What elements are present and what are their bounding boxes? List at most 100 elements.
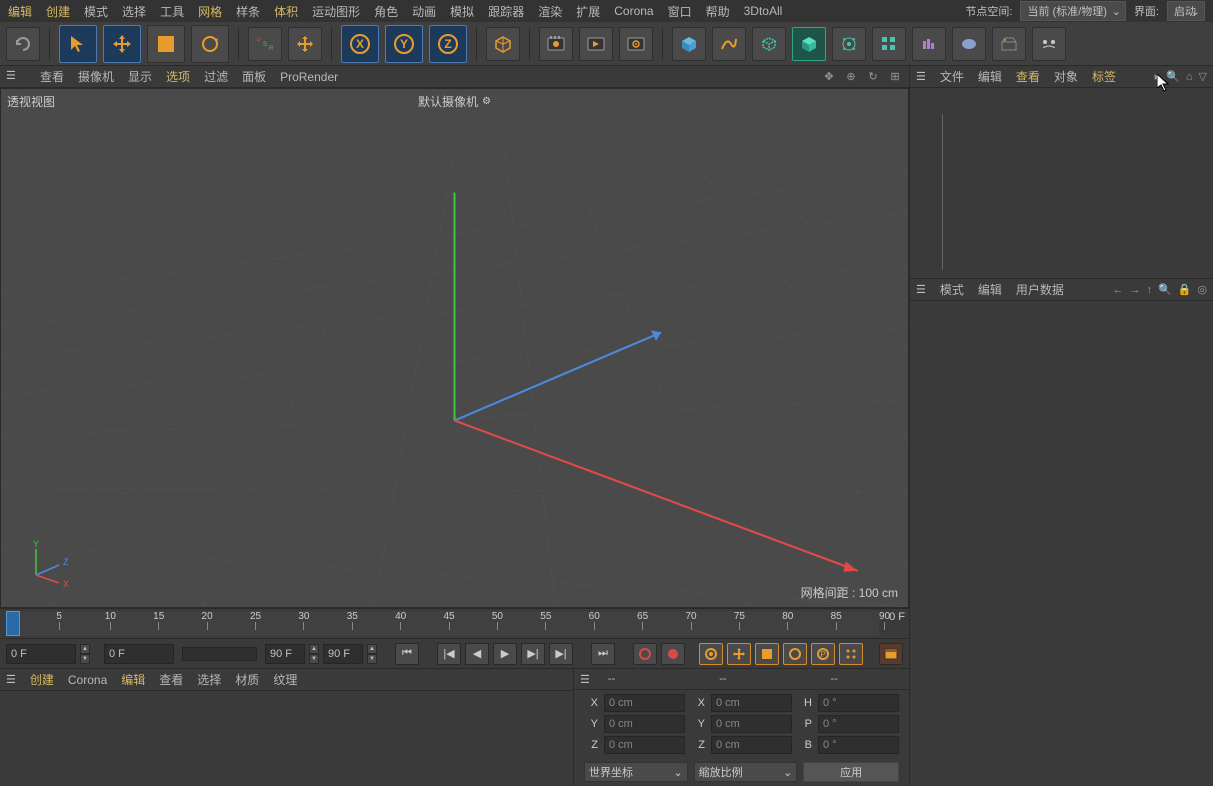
cube-primitive-button[interactable] bbox=[672, 27, 706, 61]
coord-p-rot[interactable] bbox=[818, 715, 899, 733]
mat-create[interactable]: 创建 bbox=[30, 671, 54, 688]
menu-select[interactable]: 选择 bbox=[122, 3, 146, 20]
hamburger-icon[interactable]: ☰ bbox=[6, 69, 22, 85]
mat-corona[interactable]: Corona bbox=[68, 673, 107, 687]
key-param-button[interactable]: P bbox=[811, 643, 835, 665]
menu-volume[interactable]: 体积 bbox=[274, 3, 298, 20]
coord-system-button[interactable] bbox=[486, 27, 520, 61]
timeline-ruler[interactable]: 051015202530354045505560657075808590 0 F bbox=[0, 608, 909, 638]
nav-up-icon[interactable]: ↑ bbox=[1146, 284, 1152, 296]
psr-toggle[interactable]: PSR bbox=[248, 27, 282, 61]
render-view-button[interactable] bbox=[579, 27, 613, 61]
field-button[interactable] bbox=[832, 27, 866, 61]
live-select-tool[interactable] bbox=[59, 25, 97, 63]
range-end-field[interactable] bbox=[265, 644, 305, 664]
frame-spinner[interactable]: ▲▼ bbox=[80, 644, 90, 664]
total-spinner[interactable]: ▲▼ bbox=[367, 644, 377, 664]
spline-primitive-button[interactable] bbox=[712, 27, 746, 61]
lock-icon[interactable]: 🔒 bbox=[1178, 283, 1192, 296]
vp-options[interactable]: 选项 bbox=[166, 68, 190, 85]
scale-tool[interactable] bbox=[147, 25, 185, 63]
locked-move-tool[interactable] bbox=[288, 27, 322, 61]
key-scale-button[interactable] bbox=[755, 643, 779, 665]
hamburger-icon[interactable]: ☰ bbox=[916, 70, 926, 83]
obj-objects[interactable]: 对象 bbox=[1054, 68, 1078, 85]
y-axis-button[interactable]: Y bbox=[385, 25, 423, 63]
perspective-viewport[interactable]: 透视视图 默认摄像机⚙ bbox=[0, 88, 909, 608]
range-start-field[interactable] bbox=[104, 644, 174, 664]
menu-tracker[interactable]: 跟踪器 bbox=[488, 3, 524, 20]
mograph-button[interactable] bbox=[872, 27, 906, 61]
obj-view[interactable]: 查看 bbox=[1016, 68, 1040, 85]
autokey-button[interactable] bbox=[661, 643, 685, 665]
menu-mode[interactable]: 模式 bbox=[84, 3, 108, 20]
volume-button[interactable] bbox=[912, 27, 946, 61]
attr-edit[interactable]: 编辑 bbox=[978, 281, 1002, 298]
hamburger-icon[interactable]: ☰ bbox=[6, 673, 16, 686]
camera-light-button[interactable] bbox=[992, 27, 1026, 61]
node-space-select[interactable]: 当前 (标准/物理) bbox=[1020, 1, 1125, 21]
next-frame-button[interactable]: ▶| bbox=[521, 643, 545, 665]
menu-mograph[interactable]: 运动图形 bbox=[312, 3, 360, 20]
obj-file[interactable]: 文件 bbox=[940, 68, 964, 85]
search-icon[interactable]: 🔍 bbox=[1166, 70, 1180, 83]
vp-view[interactable]: 查看 bbox=[40, 68, 64, 85]
mat-material[interactable]: 材质 bbox=[235, 671, 259, 688]
coord-scale-dropdown[interactable]: 缩放比例⌄ bbox=[694, 762, 798, 782]
vp-nav-icon-1[interactable]: ✥ bbox=[821, 69, 837, 85]
x-axis-button[interactable]: X bbox=[341, 25, 379, 63]
current-frame-field[interactable] bbox=[6, 644, 76, 664]
menu-create[interactable]: 创建 bbox=[46, 3, 70, 20]
scene-button[interactable] bbox=[952, 27, 986, 61]
coord-y-size[interactable] bbox=[711, 715, 792, 733]
obj-tags[interactable]: 标签 bbox=[1092, 68, 1116, 85]
menu-extensions[interactable]: 扩展 bbox=[576, 3, 600, 20]
vp-nav-icon-3[interactable]: ↻ bbox=[865, 69, 881, 85]
object-manager-body[interactable] bbox=[910, 88, 1213, 278]
nav-fwd-icon[interactable]: → bbox=[1129, 284, 1140, 296]
home-icon[interactable]: ⌂ bbox=[1186, 71, 1193, 83]
key-rotate-button[interactable] bbox=[783, 643, 807, 665]
goto-end-button[interactable]: ⏭ bbox=[591, 643, 615, 665]
menu-simulate[interactable]: 模拟 bbox=[450, 3, 474, 20]
render-active-button[interactable] bbox=[619, 27, 653, 61]
hamburger-icon[interactable]: ☰ bbox=[580, 673, 590, 686]
vp-prorender[interactable]: ProRender bbox=[280, 70, 338, 84]
vp-filter[interactable]: 过滤 bbox=[204, 68, 228, 85]
range-slider[interactable] bbox=[182, 647, 257, 661]
coord-x-pos[interactable] bbox=[604, 694, 685, 712]
environment-button[interactable] bbox=[1032, 27, 1066, 61]
menu-character[interactable]: 角色 bbox=[374, 3, 398, 20]
key-move-button[interactable] bbox=[727, 643, 751, 665]
mat-texture[interactable]: 纹理 bbox=[273, 671, 297, 688]
move-tool[interactable] bbox=[103, 25, 141, 63]
coord-b-rot[interactable] bbox=[818, 736, 899, 754]
target-icon[interactable]: ◎ bbox=[1197, 283, 1207, 296]
generator-button[interactable] bbox=[752, 27, 786, 61]
menu-spline[interactable]: 样条 bbox=[236, 3, 260, 20]
menu-tools[interactable]: 工具 bbox=[160, 3, 184, 20]
hamburger-icon[interactable]: ☰ bbox=[916, 283, 926, 296]
coord-apply-button[interactable]: 应用 bbox=[803, 762, 899, 782]
vp-display[interactable]: 显示 bbox=[128, 68, 152, 85]
coord-z-size[interactable] bbox=[711, 736, 792, 754]
vp-nav-icon-4[interactable]: ⊞ bbox=[887, 69, 903, 85]
vp-cameras[interactable]: 摄像机 bbox=[78, 68, 114, 85]
undo-button[interactable] bbox=[6, 27, 40, 61]
coord-world-dropdown[interactable]: 世界坐标⌄ bbox=[584, 762, 688, 782]
mat-edit[interactable]: 编辑 bbox=[121, 671, 145, 688]
coord-x-size[interactable] bbox=[711, 694, 792, 712]
search-icon[interactable]: 🔍 bbox=[1158, 283, 1172, 296]
timeline-playhead[interactable] bbox=[6, 611, 20, 636]
attr-userdata[interactable]: 用户数据 bbox=[1016, 281, 1064, 298]
menu-mesh[interactable]: 网格 bbox=[198, 3, 222, 20]
menu-3dtoall[interactable]: 3DtoAll bbox=[744, 4, 783, 18]
coord-z-pos[interactable] bbox=[604, 736, 685, 754]
timeline-window-button[interactable] bbox=[879, 643, 903, 665]
mat-view[interactable]: 查看 bbox=[159, 671, 183, 688]
menu-window[interactable]: 窗口 bbox=[668, 3, 692, 20]
obj-edit[interactable]: 编辑 bbox=[978, 68, 1002, 85]
render-settings-button[interactable] bbox=[539, 27, 573, 61]
interface-select[interactable]: 启动 bbox=[1167, 1, 1205, 21]
attribute-manager-body[interactable] bbox=[910, 301, 1213, 786]
